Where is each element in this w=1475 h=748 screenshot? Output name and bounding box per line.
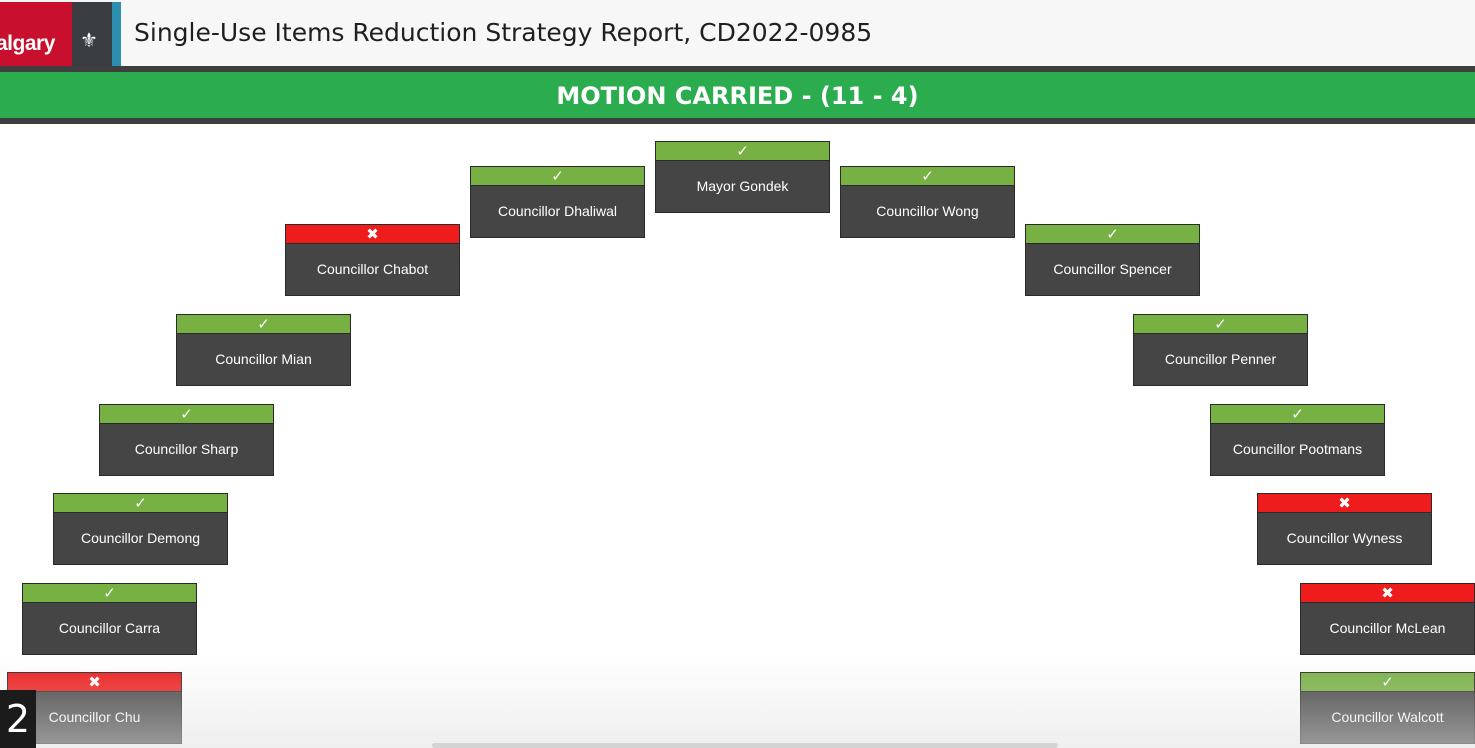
city-crest-icon: ⚜ [72, 2, 112, 66]
member-name: Councillor Chabot [316, 261, 429, 277]
member-card-chabot: ✖ Councillor Chabot [285, 224, 460, 296]
member-card-mian: ✓ Councillor Mian [176, 314, 351, 386]
motion-result-banner: MOTION CARRIED - (11 - 4) [0, 72, 1475, 118]
member-card-pootmans: ✓ Councillor Pootmans [1210, 404, 1385, 476]
member-name: Councillor McLean [1329, 620, 1446, 636]
member-card-walcott: ✓ Councillor Walcott [1300, 672, 1475, 744]
member-name: Councillor Spencer [1053, 261, 1172, 277]
vote-yes-icon: ✓ [841, 167, 1014, 186]
member-name: Councillor Dhaliwal [497, 203, 618, 219]
member-name: Councillor Walcott [1331, 709, 1444, 725]
member-name: Councillor Wong [876, 203, 979, 219]
bottom-fade-overlay [0, 655, 1475, 748]
page-number-indicator: 2 [0, 690, 36, 748]
member-name: Councillor Penner [1164, 351, 1277, 367]
member-card-penner: ✓ Councillor Penner [1133, 314, 1308, 386]
vote-yes-icon: ✓ [656, 142, 829, 161]
page-title: Single-Use Items Reduction Strategy Repo… [134, 18, 873, 47]
member-name: Mayor Gondek [696, 178, 789, 194]
vote-yes-icon: ✓ [1134, 315, 1307, 334]
member-card-demong: ✓ Councillor Demong [53, 493, 228, 565]
logo-accent-bar [112, 2, 121, 66]
vote-yes-icon: ✓ [100, 405, 273, 424]
calgary-logo: algary [0, 2, 72, 66]
member-card-mclean: ✖ Councillor McLean [1300, 583, 1475, 655]
vote-yes-icon: ✓ [177, 315, 350, 334]
vote-yes-icon: ✓ [1026, 225, 1199, 244]
header-bar: algary ⚜ Single-Use Items Reduction Stra… [0, 0, 1475, 66]
member-card-mayor-gondek: ✓ Mayor Gondek [655, 141, 830, 213]
vote-yes-icon: ✓ [54, 494, 227, 513]
crest-glyph: ⚜ [80, 28, 98, 52]
member-card-wyness: ✖ Councillor Wyness [1257, 493, 1432, 565]
vote-no-icon: ✖ [1301, 584, 1474, 603]
logo-text: algary [0, 32, 55, 55]
progress-scrollbar[interactable] [432, 743, 1058, 748]
member-name: Councillor Demong [80, 530, 201, 546]
member-card-carra: ✓ Councillor Carra [22, 583, 197, 655]
member-name: Councillor Mian [215, 351, 312, 367]
member-card-sharp: ✓ Councillor Sharp [99, 404, 274, 476]
member-card-dhaliwal: ✓ Councillor Dhaliwal [470, 166, 645, 238]
member-name: Councillor Sharp [134, 441, 239, 457]
member-card-spencer: ✓ Councillor Spencer [1025, 224, 1200, 296]
vote-no-icon: ✖ [1258, 494, 1431, 513]
member-name: Councillor Pootmans [1232, 441, 1363, 457]
vote-yes-icon: ✓ [1211, 405, 1384, 424]
divider-bottom [0, 118, 1475, 124]
member-name: Councillor Carra [58, 620, 161, 636]
vote-yes-icon: ✓ [1301, 673, 1474, 692]
vote-yes-icon: ✓ [23, 584, 196, 603]
member-name: Councillor Wyness [1286, 530, 1403, 546]
vote-no-icon: ✖ [286, 225, 459, 244]
vote-yes-icon: ✓ [471, 167, 644, 186]
member-card-wong: ✓ Councillor Wong [840, 166, 1015, 238]
